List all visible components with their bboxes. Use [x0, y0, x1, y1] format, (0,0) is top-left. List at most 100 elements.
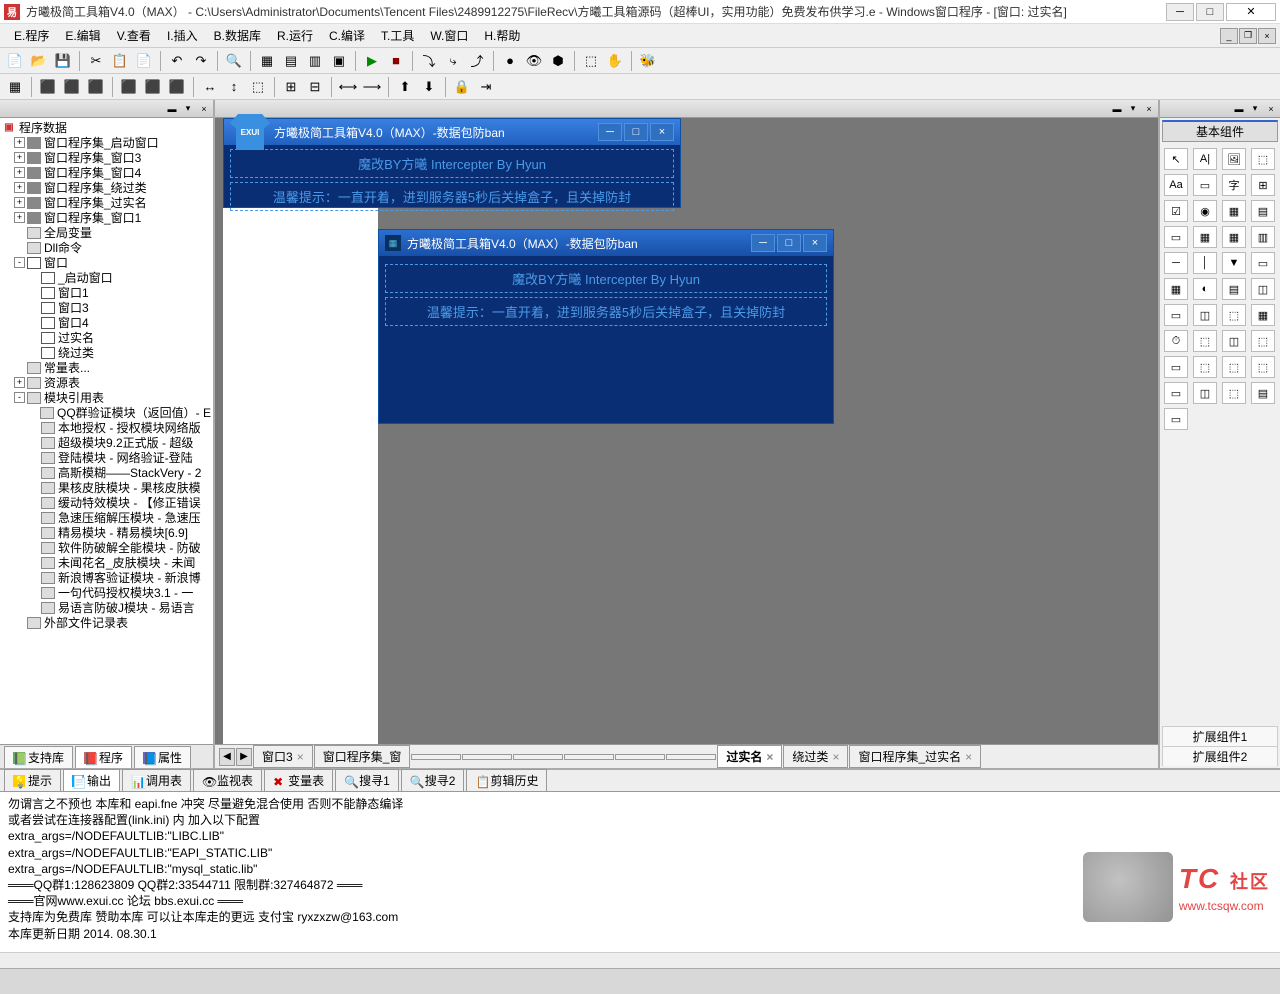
- align-right-button[interactable]: ⬛: [85, 76, 107, 98]
- tab-bypass[interactable]: 绕过类×: [783, 745, 848, 768]
- layout1-button[interactable]: ▦: [256, 50, 278, 72]
- tree-node[interactable]: 高斯模糊——StackVery - 2: [0, 465, 213, 480]
- form1-min-button[interactable]: ─: [598, 123, 622, 141]
- palette-item-33[interactable]: ⬚: [1193, 356, 1217, 378]
- align-bottom-button[interactable]: ⬛: [166, 76, 188, 98]
- maximize-button[interactable]: □: [1196, 3, 1224, 21]
- tree-node[interactable]: 窗口4: [0, 315, 213, 330]
- tab-blank6[interactable]: [666, 754, 716, 760]
- menu-compile[interactable]: C.编译: [321, 25, 373, 46]
- palette-item-5[interactable]: ▭: [1193, 174, 1217, 196]
- tree-node[interactable]: 精易模块 - 精易模块[6.9]: [0, 525, 213, 540]
- open-button[interactable]: 📂: [28, 50, 50, 72]
- palette-item-1[interactable]: A|: [1193, 148, 1217, 170]
- tabs-nav-right[interactable]: ▶: [236, 748, 252, 766]
- send-back-button[interactable]: ⬇: [418, 76, 440, 98]
- tree-node[interactable]: +窗口程序集_窗口1: [0, 210, 213, 225]
- redo-button[interactable]: ↷: [190, 50, 212, 72]
- space-h-button[interactable]: ⟷: [337, 76, 359, 98]
- tree-node[interactable]: +窗口程序集_启动窗口: [0, 135, 213, 150]
- left-pin-button[interactable]: ▬: [165, 102, 179, 116]
- palette-item-38[interactable]: ⬚: [1222, 382, 1246, 404]
- palette-item-21[interactable]: ◐: [1193, 278, 1217, 300]
- new-button[interactable]: 📄: [4, 50, 26, 72]
- tab-window3[interactable]: 窗口3×: [253, 745, 313, 768]
- menu-help[interactable]: H.帮助: [476, 25, 528, 46]
- tab-blank5[interactable]: [615, 754, 665, 760]
- right-pin-button[interactable]: ▬: [1232, 102, 1246, 116]
- right-dropdown-button[interactable]: ▾: [1248, 102, 1262, 116]
- palette-item-9[interactable]: ◉: [1193, 200, 1217, 222]
- right-tab-basic[interactable]: 基本组件: [1162, 120, 1278, 142]
- mdi-minimize-button[interactable]: _: [1220, 28, 1238, 44]
- tab-blank3[interactable]: [513, 754, 563, 760]
- save-button[interactable]: 💾: [52, 50, 74, 72]
- palette-item-17[interactable]: │: [1193, 252, 1217, 274]
- btab-output[interactable]: 📄输出: [63, 769, 120, 791]
- palette-item-27[interactable]: ▦: [1251, 304, 1275, 326]
- bring-front-button[interactable]: ⬆: [394, 76, 416, 98]
- menu-run[interactable]: R.运行: [269, 25, 321, 46]
- layout4-button[interactable]: ▣: [328, 50, 350, 72]
- palette-item-30[interactable]: ◫: [1222, 330, 1246, 352]
- tree-node[interactable]: +窗口程序集_窗口4: [0, 165, 213, 180]
- center-pin-button[interactable]: ▬: [1110, 102, 1124, 116]
- palette-item-10[interactable]: ▦: [1222, 200, 1246, 222]
- palette-item-34[interactable]: ⬚: [1222, 356, 1246, 378]
- palette-item-24[interactable]: ▭: [1164, 304, 1188, 326]
- find-button[interactable]: 🔍: [223, 50, 245, 72]
- form-preview-1[interactable]: EXUI 方曦极简工具箱V4.0（MAX）-数据包防ban ─ □ × 魔改BY…: [223, 118, 681, 208]
- palette-item-32[interactable]: ▭: [1164, 356, 1188, 378]
- step-into-button[interactable]: ⤷: [442, 50, 464, 72]
- menu-view[interactable]: V.查看: [109, 25, 159, 46]
- center-v-button[interactable]: ⊟: [304, 76, 326, 98]
- watch-button[interactable]: 👁: [523, 50, 545, 72]
- form2-max-button[interactable]: □: [777, 234, 801, 252]
- toggle-bp-button[interactable]: ⬢: [547, 50, 569, 72]
- tree-node[interactable]: 全局变量: [0, 225, 213, 240]
- space-v-button[interactable]: ⟶: [361, 76, 383, 98]
- tab-blank2[interactable]: [462, 754, 512, 760]
- output-content[interactable]: 勿谓言之不预也 本库和 eapi.fne 冲突 尽量避免混合使用 否则不能静态编…: [0, 792, 1280, 952]
- close-button[interactable]: ✕: [1226, 3, 1276, 21]
- palette-item-37[interactable]: ◫: [1193, 382, 1217, 404]
- left-dropdown-button[interactable]: ▾: [181, 102, 195, 116]
- minimize-button[interactable]: ─: [1166, 3, 1194, 21]
- tree-node[interactable]: _启动窗口: [0, 270, 213, 285]
- tree-node[interactable]: 未闻花名_皮肤模块 - 未闻: [0, 555, 213, 570]
- hand-button[interactable]: ✋: [604, 50, 626, 72]
- btab-find1[interactable]: 🔍搜寻1: [335, 769, 399, 791]
- btab-tips[interactable]: 💡提示: [4, 769, 61, 791]
- menu-edit[interactable]: E.编辑: [57, 25, 108, 46]
- lock-button[interactable]: 🔒: [451, 76, 473, 98]
- menu-database[interactable]: B.数据库: [206, 25, 269, 46]
- tree-node[interactable]: 易语言防破J模块 - 易语言: [0, 600, 213, 615]
- menu-tools[interactable]: T.工具: [373, 25, 422, 46]
- palette-item-15[interactable]: ▥: [1251, 226, 1275, 248]
- center-h-button[interactable]: ⊞: [280, 76, 302, 98]
- form-preview-2[interactable]: ▦ 方曦极简工具箱V4.0（MAX）-数据包防ban ─ □ × 魔改BY方曦 …: [378, 229, 834, 424]
- palette-item-11[interactable]: ▤: [1251, 200, 1275, 222]
- same-height-button[interactable]: ↕: [223, 76, 245, 98]
- right-tab-ext1[interactable]: 扩展组件1: [1162, 726, 1278, 746]
- cursor-button[interactable]: ⬚: [580, 50, 602, 72]
- menu-window[interactable]: W.窗口: [422, 25, 476, 46]
- tree-node[interactable]: -窗口: [0, 255, 213, 270]
- mdi-restore-button[interactable]: ❐: [1239, 28, 1257, 44]
- step-out-button[interactable]: ⤴: [466, 50, 488, 72]
- undo-button[interactable]: ↶: [166, 50, 188, 72]
- palette-item-3[interactable]: ⬚: [1251, 148, 1275, 170]
- palette-item-23[interactable]: ◫: [1251, 278, 1275, 300]
- tree-node[interactable]: +窗口程序集_过实名: [0, 195, 213, 210]
- palette-item-26[interactable]: ⬚: [1222, 304, 1246, 326]
- tab-winset2[interactable]: 窗口程序集_过实名×: [849, 745, 981, 768]
- palette-item-0[interactable]: ↖: [1164, 148, 1188, 170]
- palette-item-19[interactable]: ▭: [1251, 252, 1275, 274]
- tab-order-button[interactable]: ⇥: [475, 76, 497, 98]
- palette-item-4[interactable]: Aa: [1164, 174, 1188, 196]
- tree-node[interactable]: 窗口3: [0, 300, 213, 315]
- palette-item-36[interactable]: ▭: [1164, 382, 1188, 404]
- mdi-close-button[interactable]: ×: [1258, 28, 1276, 44]
- lefttab-support[interactable]: 📗支持库: [4, 746, 73, 768]
- tree-node[interactable]: 登陆模块 - 网络验证-登陆: [0, 450, 213, 465]
